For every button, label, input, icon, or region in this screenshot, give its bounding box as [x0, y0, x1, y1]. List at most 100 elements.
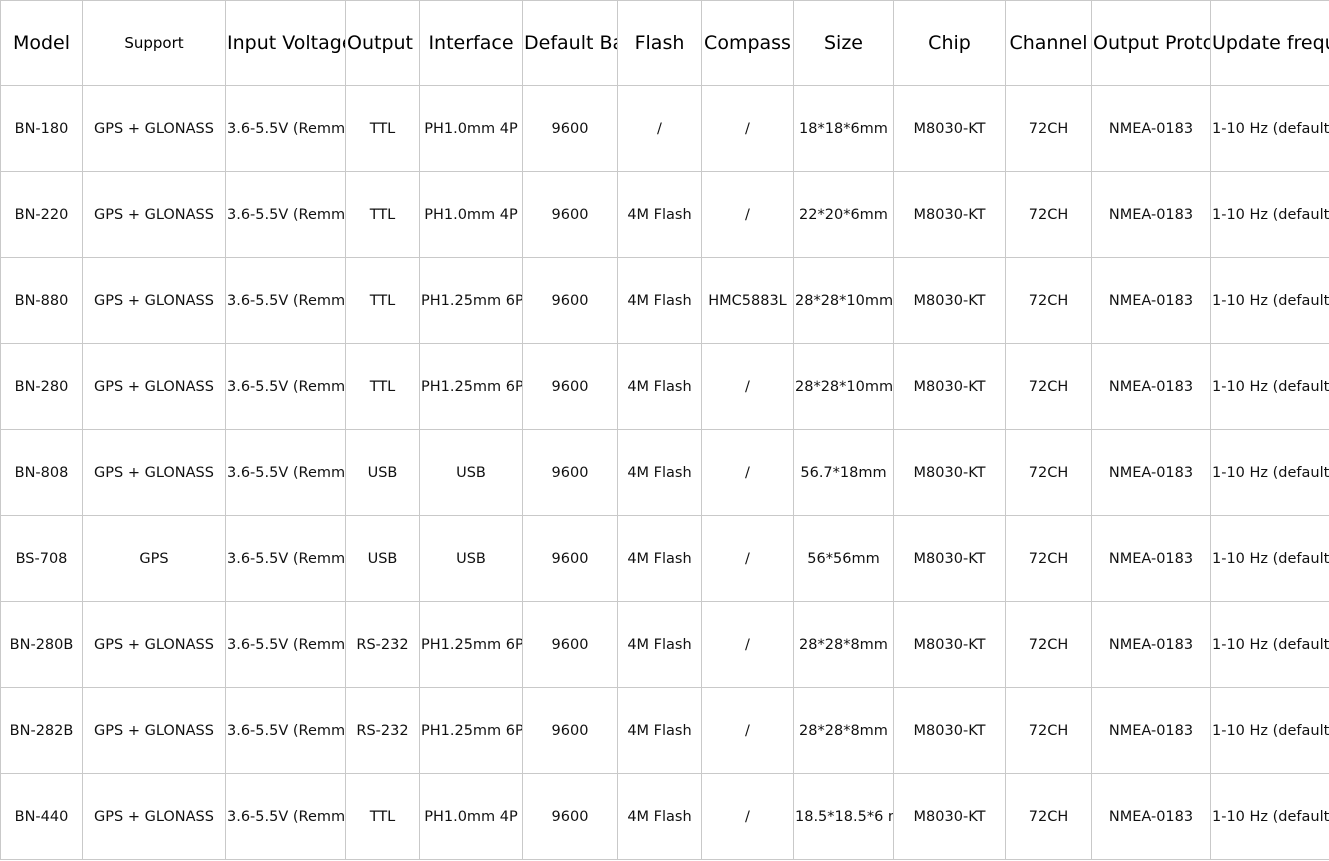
cell-output-level: RS-232	[345, 601, 420, 688]
table-body: BN-180GPS + GLONASS3.6-5.5V (Remmand 5V)…	[0, 85, 1329, 860]
cell-model: BN-808	[0, 429, 83, 516]
cell-baud-rate: 9600	[522, 257, 618, 344]
cell-output-protocol: NMEA-0183	[1091, 343, 1211, 430]
header-update-frequency: Update frequency	[1210, 0, 1329, 86]
cell-chip: M8030-KT	[893, 257, 1006, 344]
cell-chip: M8030-KT	[893, 85, 1006, 172]
cell-compass: /	[701, 773, 794, 860]
cell-baud-rate: 9600	[522, 515, 618, 602]
cell-baud-rate: 9600	[522, 773, 618, 860]
table-row: BN-280BGPS + GLONASS3.6-5.5V (Remmand 5V…	[0, 601, 1329, 688]
header-chip: Chip	[893, 0, 1006, 86]
header-model: Model	[0, 0, 83, 86]
cell-chip: M8030-KT	[893, 773, 1006, 860]
cell-support: GPS	[82, 515, 226, 602]
cell-flash: 4M Flash	[617, 601, 702, 688]
cell-compass: /	[701, 601, 794, 688]
table-row: BN-180GPS + GLONASS3.6-5.5V (Remmand 5V)…	[0, 85, 1329, 172]
cell-interface: PH1.25mm 6P	[419, 601, 523, 688]
cell-baud-rate: 9600	[522, 601, 618, 688]
header-input-voltage: Input Voltage	[225, 0, 346, 86]
cell-interface: PH1.25mm 6P	[419, 343, 523, 430]
header-row: Model Support Input Voltage Output level…	[0, 0, 1329, 86]
cell-interface: PH1.0mm 4P	[419, 171, 523, 258]
cell-baud-rate: 9600	[522, 429, 618, 516]
cell-size: 22*20*6mm	[793, 171, 894, 258]
cell-chip: M8030-KT	[893, 515, 1006, 602]
cell-output-protocol: NMEA-0183	[1091, 429, 1211, 516]
table-row: BN-280GPS + GLONASS3.6-5.5V (Remmand 5V)…	[0, 343, 1329, 430]
cell-support: GPS + GLONASS	[82, 601, 226, 688]
cell-flash: 4M Flash	[617, 171, 702, 258]
table-row: BS-708GPS3.6-5.5V (Remmand 5V)USBUSB9600…	[0, 515, 1329, 602]
table-row: BN-808GPS + GLONASS3.6-5.5V (Remmand 5V)…	[0, 429, 1329, 516]
cell-size: 28*28*10mm	[793, 257, 894, 344]
cell-model: BN-280B	[0, 601, 83, 688]
header-size: Size	[793, 0, 894, 86]
cell-update-frequency: 1-10 Hz (default 1Hz)	[1210, 343, 1329, 430]
cell-model: BS-708	[0, 515, 83, 602]
cell-input-voltage: 3.6-5.5V (Remmand 5V)	[225, 429, 346, 516]
cell-flash: 4M Flash	[617, 773, 702, 860]
header-flash: Flash	[617, 0, 702, 86]
cell-input-voltage: 3.6-5.5V (Remmand 5V)	[225, 601, 346, 688]
cell-input-voltage: 3.6-5.5V (Remmand 5V)	[225, 687, 346, 774]
table-row: BN-282BGPS + GLONASS3.6-5.5V (Remmand 5V…	[0, 687, 1329, 774]
cell-output-protocol: NMEA-0183	[1091, 601, 1211, 688]
cell-output-level: RS-232	[345, 687, 420, 774]
cell-size: 28*28*8mm	[793, 601, 894, 688]
cell-flash: 4M Flash	[617, 515, 702, 602]
cell-channel: 72CH	[1005, 257, 1092, 344]
cell-size: 18.5*18.5*6 mm	[793, 773, 894, 860]
cell-input-voltage: 3.6-5.5V (Remmand 5V)	[225, 257, 346, 344]
cell-output-level: TTL	[345, 171, 420, 258]
cell-output-protocol: NMEA-0183	[1091, 171, 1211, 258]
cell-output-protocol: NMEA-0183	[1091, 257, 1211, 344]
cell-support: GPS + GLONASS	[82, 85, 226, 172]
cell-size: 28*28*10mm	[793, 343, 894, 430]
cell-input-voltage: 3.6-5.5V (Remmand 5V)	[225, 171, 346, 258]
cell-size: 56*56mm	[793, 515, 894, 602]
cell-compass: /	[701, 171, 794, 258]
cell-flash: /	[617, 85, 702, 172]
cell-output-protocol: NMEA-0183	[1091, 85, 1211, 172]
table-row: BN-880GPS + GLONASS3.6-5.5V (Remmand 5V)…	[0, 257, 1329, 344]
cell-channel: 72CH	[1005, 343, 1092, 430]
cell-output-level: TTL	[345, 343, 420, 430]
cell-compass: /	[701, 515, 794, 602]
cell-interface: USB	[419, 429, 523, 516]
cell-update-frequency: 1-10 Hz (default 1Hz)	[1210, 687, 1329, 774]
cell-update-frequency: 1-10 Hz (default 1Hz)	[1210, 515, 1329, 602]
cell-flash: 4M Flash	[617, 343, 702, 430]
header-output-level: Output level	[345, 0, 420, 86]
cell-channel: 72CH	[1005, 601, 1092, 688]
cell-compass: /	[701, 343, 794, 430]
cell-output-level: TTL	[345, 257, 420, 344]
cell-input-voltage: 3.6-5.5V (Remmand 5V)	[225, 85, 346, 172]
cell-size: 18*18*6mm	[793, 85, 894, 172]
cell-flash: 4M Flash	[617, 257, 702, 344]
header-compass: Compass	[701, 0, 794, 86]
cell-interface: PH1.25mm 6P	[419, 687, 523, 774]
cell-interface: PH1.25mm 6P	[419, 257, 523, 344]
cell-output-level: USB	[345, 515, 420, 602]
cell-size: 56.7*18mm	[793, 429, 894, 516]
cell-update-frequency: 1-10 Hz (default 1Hz)	[1210, 773, 1329, 860]
cell-interface: USB	[419, 515, 523, 602]
cell-input-voltage: 3.6-5.5V (Remmand 5V)	[225, 343, 346, 430]
cell-update-frequency: 1-10 Hz (default 1Hz)	[1210, 171, 1329, 258]
cell-update-frequency: 1-10 Hz (default 1Hz)	[1210, 85, 1329, 172]
cell-support: GPS + GLONASS	[82, 343, 226, 430]
cell-baud-rate: 9600	[522, 343, 618, 430]
cell-interface: PH1.0mm 4P	[419, 773, 523, 860]
cell-model: BN-880	[0, 257, 83, 344]
cell-input-voltage: 3.6-5.5V (Remmand 5V)	[225, 773, 346, 860]
cell-chip: M8030-KT	[893, 687, 1006, 774]
cell-compass: /	[701, 85, 794, 172]
cell-support: GPS + GLONASS	[82, 773, 226, 860]
cell-update-frequency: 1-10 Hz (default 1Hz)	[1210, 257, 1329, 344]
cell-channel: 72CH	[1005, 429, 1092, 516]
header-output-protocol: Output Protocol	[1091, 0, 1211, 86]
cell-output-protocol: NMEA-0183	[1091, 687, 1211, 774]
cell-channel: 72CH	[1005, 85, 1092, 172]
